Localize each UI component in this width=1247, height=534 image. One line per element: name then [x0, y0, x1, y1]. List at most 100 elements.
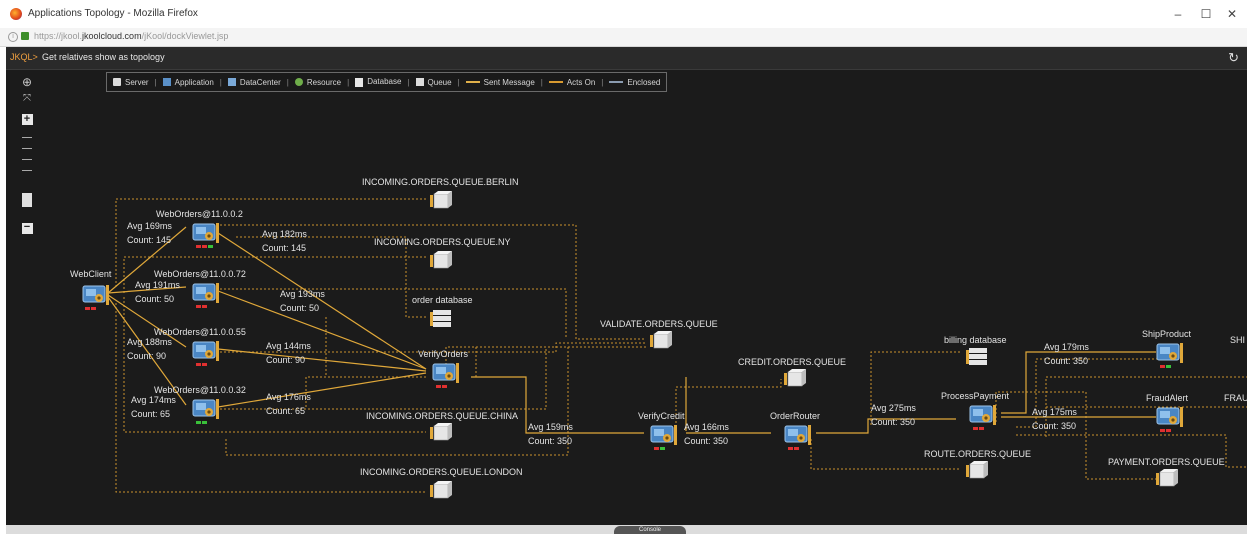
queue-icon	[429, 480, 453, 499]
node-label: WebClient	[70, 269, 112, 279]
queue-icon	[429, 190, 453, 209]
edge-avg: Avg 144ms	[266, 341, 311, 351]
application-icon	[1156, 406, 1184, 428]
edge-avg: Avg 175ms	[1032, 407, 1077, 417]
application-icon	[969, 404, 997, 426]
database-icon	[966, 348, 987, 365]
edge-avg: Avg 182ms	[262, 229, 307, 239]
node-queue-validate[interactable]: VALIDATE.ORDERS.QUEUE	[600, 319, 718, 349]
application-icon	[82, 284, 110, 306]
node-fraudalert[interactable]: FraudAlert	[1146, 393, 1189, 432]
minimize-button[interactable]: –	[1168, 5, 1188, 23]
application-icon	[192, 282, 220, 304]
queue-icon	[783, 368, 807, 387]
database-icon	[430, 310, 451, 327]
node-label: PAYMENT.ORDERS.QUEUE	[1108, 457, 1225, 467]
node-label: OrderRouter	[770, 411, 820, 421]
topology-app: JKQL> Get relatives show as topology ↻ ⊕…	[6, 47, 1247, 525]
node-label-cut-fraud: FRAU	[1224, 393, 1247, 403]
site-info-icon[interactable]: i	[8, 32, 18, 42]
url-bar[interactable]: i https://jkool.jkoolcloud.com/jKool/doc…	[0, 28, 1247, 47]
node-queue-credit[interactable]: CREDIT.ORDERS.QUEUE	[738, 357, 846, 387]
node-label: CREDIT.ORDERS.QUEUE	[738, 357, 846, 367]
edge-avg: Avg 193ms	[280, 289, 325, 299]
edge-count: Count: 90	[127, 351, 166, 361]
url-text[interactable]: https://jkool.jkoolcloud.com/jKool/dockV…	[34, 31, 228, 41]
node-queue-payment[interactable]: PAYMENT.ORDERS.QUEUE	[1108, 457, 1225, 487]
node-shipproduct[interactable]: ShipProduct	[1142, 329, 1192, 368]
lock-icon[interactable]	[21, 32, 29, 40]
edge-avg: Avg 159ms	[528, 422, 573, 432]
edge-count: Count: 350	[684, 436, 728, 446]
queue-icon	[429, 250, 453, 269]
queue-icon	[965, 460, 989, 479]
node-label: ShipProduct	[1142, 329, 1192, 339]
node-label: WebOrders@11.0.0.72	[154, 269, 246, 279]
close-button[interactable]: ✕	[1222, 5, 1242, 23]
edge-avg: Avg 166ms	[684, 422, 729, 432]
node-processpayment[interactable]: ProcessPayment	[941, 391, 1010, 430]
node-label: INCOMING.ORDERS.QUEUE.CHINA	[366, 411, 518, 421]
edge-avg: Avg 176ms	[266, 392, 311, 402]
node-webclient[interactable]: WebClient	[70, 269, 112, 310]
node-label: WebOrders@11.0.0.55	[154, 327, 246, 337]
edge-count: Count: 350	[528, 436, 572, 446]
edge-count: Count: 350	[871, 417, 915, 427]
edge-count: Count: 65	[266, 406, 305, 416]
application-icon	[432, 362, 460, 384]
node-label: order database	[412, 295, 473, 305]
node-billing-database[interactable]: billing database	[944, 335, 1007, 365]
window-title-bar: Applications Topology - Mozilla Firefox …	[0, 0, 1247, 28]
node-label-cut-ship: SHI	[1230, 335, 1245, 345]
edge-count: Count: 65	[131, 409, 170, 419]
queue-icon	[429, 422, 453, 441]
topology-canvas[interactable]: WebClient WebOrders@11.0.0.2 WebOrders@1…	[6, 47, 1247, 525]
node-label: WebOrders@11.0.0.2	[156, 209, 243, 219]
node-label: ProcessPayment	[941, 391, 1010, 401]
health-indicator	[91, 307, 96, 310]
node-label: VALIDATE.ORDERS.QUEUE	[600, 319, 718, 329]
edge-avg: Avg 179ms	[1044, 342, 1089, 352]
node-label: FraudAlert	[1146, 393, 1189, 403]
node-verifycredit[interactable]: VerifyCredit	[638, 411, 685, 450]
node-label: INCOMING.ORDERS.QUEUE.BERLIN	[362, 177, 519, 187]
edge-avg: Avg 169ms	[127, 221, 172, 231]
queue-icon	[1155, 468, 1179, 487]
node-queue-ny[interactable]: INCOMING.ORDERS.QUEUE.NY	[374, 237, 511, 269]
node-order-database[interactable]: order database	[412, 295, 473, 327]
node-label: billing database	[944, 335, 1007, 345]
queue-icon	[649, 330, 673, 349]
edge-count: Count: 350	[1044, 356, 1088, 366]
node-queue-berlin[interactable]: INCOMING.ORDERS.QUEUE.BERLIN	[362, 177, 519, 209]
node-queue-london[interactable]: INCOMING.ORDERS.QUEUE.LONDON	[360, 467, 523, 499]
edge-count: Count: 90	[266, 355, 305, 365]
edge-count: Count: 145	[262, 243, 306, 253]
edge-count: Count: 350	[1032, 421, 1076, 431]
application-icon	[784, 424, 812, 446]
window-title: Applications Topology - Mozilla Firefox	[28, 8, 198, 19]
application-icon	[192, 340, 220, 362]
node-label: WebOrders@11.0.0.32	[154, 385, 246, 395]
node-label: VerifyOrders	[418, 349, 469, 359]
edge-avg: Avg 275ms	[871, 403, 916, 413]
node-label: VerifyCredit	[638, 411, 685, 421]
edge-avg: Avg 174ms	[131, 395, 176, 405]
node-queue-china[interactable]: INCOMING.ORDERS.QUEUE.CHINA	[366, 411, 518, 441]
edge-count: Count: 50	[280, 303, 319, 313]
application-icon	[192, 398, 220, 420]
node-label: ROUTE.ORDERS.QUEUE	[924, 449, 1031, 459]
firefox-icon	[10, 8, 22, 20]
edge-avg: Avg 191ms	[135, 280, 180, 290]
node-label: INCOMING.ORDERS.QUEUE.LONDON	[360, 467, 523, 477]
application-icon	[1156, 342, 1184, 364]
node-queue-route[interactable]: ROUTE.ORDERS.QUEUE	[924, 449, 1031, 479]
application-icon	[192, 222, 220, 244]
edge-count: Count: 50	[135, 294, 174, 304]
console-tab[interactable]: Console	[614, 526, 686, 534]
edge-count: Count: 145	[127, 235, 171, 245]
node-orderrouter[interactable]: OrderRouter	[770, 411, 820, 450]
message-edges	[107, 226, 1156, 434]
maximize-button[interactable]: ☐	[1196, 5, 1216, 23]
node-label: INCOMING.ORDERS.QUEUE.NY	[374, 237, 511, 247]
edge-label-group: Avg 169ms Count: 145 Avg 182ms Count: 14…	[127, 221, 1089, 446]
